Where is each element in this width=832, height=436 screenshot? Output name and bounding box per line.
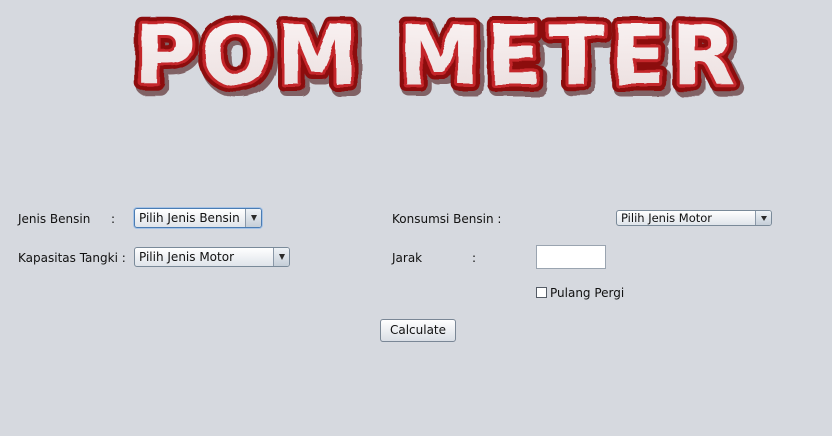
pulang-pergi-checkbox[interactable] xyxy=(536,287,547,298)
jenis-bensin-selected: Pilih Jenis Bensin xyxy=(139,211,240,225)
jenis-bensin-dropdown[interactable]: Pilih Jenis Bensin xyxy=(134,208,262,228)
chevron-down-icon[interactable] xyxy=(273,248,289,266)
jarak-input[interactable] xyxy=(536,245,606,269)
jarak-label: Jarak xyxy=(392,251,423,265)
konsumsi-bensin-selected: Pilih Jenis Motor xyxy=(621,211,713,225)
jenis-bensin-label: Jenis Bensin xyxy=(18,212,91,226)
chevron-down-icon[interactable] xyxy=(755,211,771,225)
app-title-logo: POM METER POM METER POM METER POM METER xyxy=(118,6,758,102)
jarak-colon: : xyxy=(472,251,477,265)
kapasitas-tangki-selected: Pilih Jenis Motor xyxy=(139,250,234,264)
logo-text: POM METER xyxy=(135,9,742,102)
kapasitas-tangki-dropdown[interactable]: Pilih Jenis Motor xyxy=(134,247,290,267)
kapasitas-tangki-label: Kapasitas Tangki : xyxy=(18,251,126,265)
jenis-bensin-colon: : xyxy=(111,212,116,226)
chevron-down-icon[interactable] xyxy=(245,209,261,227)
konsumsi-bensin-label: Konsumsi Bensin : xyxy=(392,212,502,226)
konsumsi-bensin-dropdown[interactable]: Pilih Jenis Motor xyxy=(616,210,772,226)
pulang-pergi-label[interactable]: Pulang Pergi xyxy=(550,286,624,300)
calculate-button[interactable]: Calculate xyxy=(380,319,456,342)
